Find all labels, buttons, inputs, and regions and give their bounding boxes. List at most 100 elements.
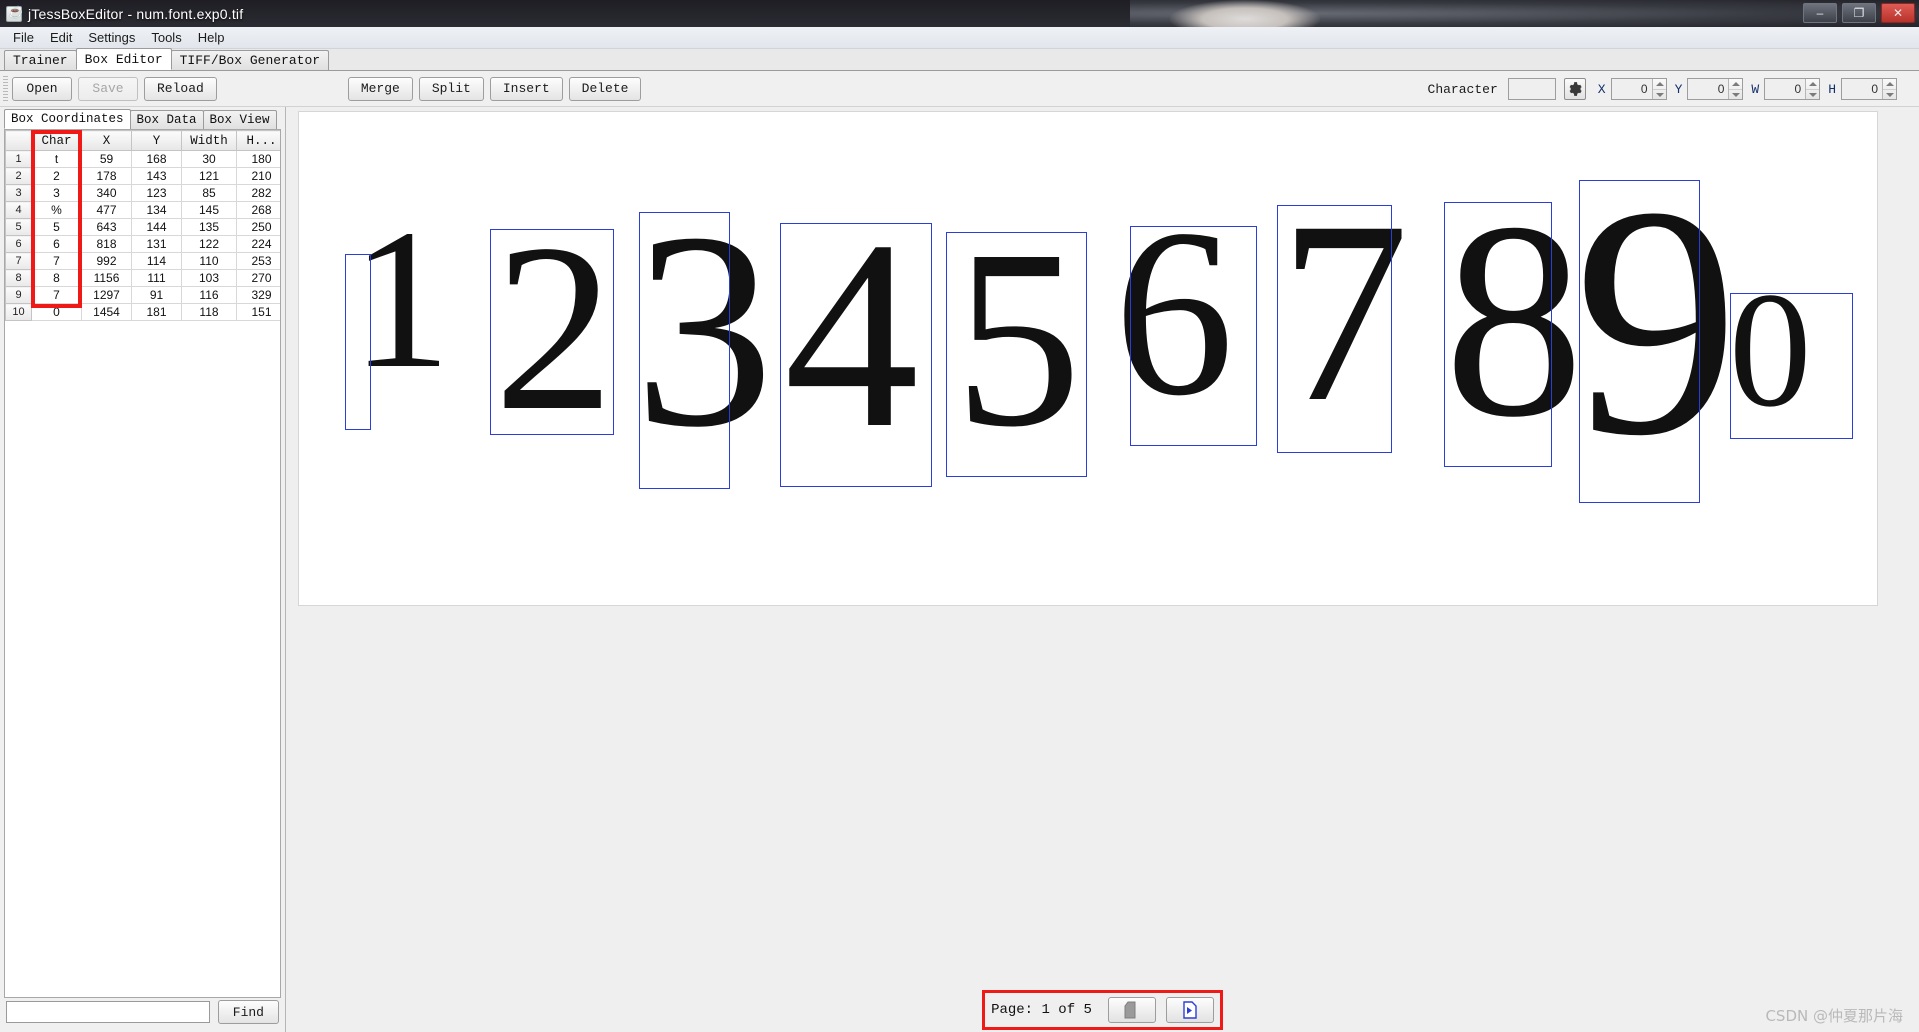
cell-char: 0 xyxy=(32,304,82,321)
cell-y: 91 xyxy=(132,287,182,304)
titlebar-background-photo xyxy=(1130,0,1919,27)
character-bounding-box[interactable] xyxy=(1579,180,1700,503)
table-row[interactable]: 22178143121210 xyxy=(6,168,282,185)
tab-box-data[interactable]: Box Data xyxy=(130,110,204,129)
left-panel: Box Coordinates Box Data Box View Char X… xyxy=(0,107,286,1032)
y-spinner[interactable]: 0 xyxy=(1687,78,1743,100)
find-input[interactable] xyxy=(6,1001,210,1023)
cell-height: 224 xyxy=(237,236,282,253)
split-button[interactable]: Split xyxy=(419,77,484,101)
table-row[interactable]: 881156111103270 xyxy=(6,270,282,287)
character-input[interactable] xyxy=(1508,78,1556,100)
col-y[interactable]: Y xyxy=(132,131,182,151)
w-spinner[interactable]: 0 xyxy=(1764,78,1820,100)
h-label: H xyxy=(1828,82,1836,97)
right-panel: 1234567890 Page: 1 of 5 CSDN @仲夏那片海 xyxy=(286,107,1919,1032)
gear-icon[interactable] xyxy=(1564,78,1586,100)
window-title: jTessBoxEditor - num.font.exp0.tif xyxy=(28,6,243,22)
menu-tools[interactable]: Tools xyxy=(144,28,188,47)
window-controls: – ❐ ✕ xyxy=(1803,3,1915,23)
w-spinner-arrows[interactable] xyxy=(1805,79,1819,99)
table-row[interactable]: 77992114110253 xyxy=(6,253,282,270)
col-index[interactable] xyxy=(6,131,32,151)
h-spinner[interactable]: 0 xyxy=(1841,78,1897,100)
cell-height: 210 xyxy=(237,168,282,185)
w-value[interactable]: 0 xyxy=(1765,79,1805,99)
cell-width: 103 xyxy=(182,270,237,287)
table-row[interactable]: 55643144135250 xyxy=(6,219,282,236)
table-row[interactable]: 97129791116329 xyxy=(6,287,282,304)
title-bar: jTessBoxEditor - num.font.exp0.tif – ❐ ✕ xyxy=(0,0,1919,27)
row-index: 3 xyxy=(6,185,32,202)
delete-button[interactable]: Delete xyxy=(569,77,642,101)
prev-page-icon xyxy=(1124,1001,1140,1019)
tab-trainer[interactable]: Trainer xyxy=(4,50,77,70)
character-bounding-box[interactable] xyxy=(490,229,614,435)
col-x[interactable]: X xyxy=(82,131,132,151)
h-value[interactable]: 0 xyxy=(1842,79,1882,99)
menu-help[interactable]: Help xyxy=(191,28,232,47)
tab-box-view[interactable]: Box View xyxy=(203,110,277,129)
table-row[interactable]: 1001454181118151 xyxy=(6,304,282,321)
box-coordinates-table-container[interactable]: Char X Y Width H... 1t591683018022178143… xyxy=(4,129,281,998)
cell-width: 135 xyxy=(182,219,237,236)
cell-height: 250 xyxy=(237,219,282,236)
maximize-button[interactable]: ❐ xyxy=(1842,3,1876,23)
y-value[interactable]: 0 xyxy=(1688,79,1728,99)
character-label: Character xyxy=(1428,82,1498,97)
character-bounding-box[interactable] xyxy=(946,232,1087,477)
character-bounding-box[interactable] xyxy=(1130,226,1257,446)
x-value[interactable]: 0 xyxy=(1612,79,1652,99)
col-height[interactable]: H... xyxy=(237,131,282,151)
open-button[interactable]: Open xyxy=(12,77,72,101)
row-index: 1 xyxy=(6,151,32,168)
cell-y: 123 xyxy=(132,185,182,202)
table-row[interactable]: 1t5916830180 xyxy=(6,151,282,168)
row-index: 9 xyxy=(6,287,32,304)
cell-height: 329 xyxy=(237,287,282,304)
box-editor-canvas[interactable]: 1234567890 xyxy=(298,111,1878,606)
character-bounding-box[interactable] xyxy=(639,212,730,489)
x-spinner[interactable]: 0 xyxy=(1611,78,1667,100)
cell-x: 1156 xyxy=(82,270,132,287)
character-bounding-box[interactable] xyxy=(345,254,371,430)
character-bounding-box[interactable] xyxy=(1277,205,1392,453)
cell-x: 1454 xyxy=(82,304,132,321)
prev-page-button[interactable] xyxy=(1108,997,1156,1023)
menu-file[interactable]: File xyxy=(6,28,41,47)
table-row[interactable]: 4%477134145268 xyxy=(6,202,282,219)
col-char[interactable]: Char xyxy=(32,131,82,151)
cell-width: 116 xyxy=(182,287,237,304)
merge-button[interactable]: Merge xyxy=(348,77,413,101)
table-row[interactable]: 3334012385282 xyxy=(6,185,282,202)
h-spinner-arrows[interactable] xyxy=(1882,79,1896,99)
editor-toolbar: Open Save Reload Merge Split Insert Dele… xyxy=(0,71,1919,107)
y-spinner-arrows[interactable] xyxy=(1728,79,1742,99)
box-coordinates-rows: 1t59168301802217814312121033340123852824… xyxy=(6,151,282,321)
tab-box-editor[interactable]: Box Editor xyxy=(76,48,172,70)
menu-settings[interactable]: Settings xyxy=(81,28,142,47)
tab-tiff-box-generator[interactable]: TIFF/Box Generator xyxy=(171,50,329,70)
minimize-button[interactable]: – xyxy=(1803,3,1837,23)
close-button[interactable]: ✕ xyxy=(1881,3,1915,23)
tab-box-coordinates[interactable]: Box Coordinates xyxy=(4,109,131,129)
x-spinner-arrows[interactable] xyxy=(1652,79,1666,99)
col-width[interactable]: Width xyxy=(182,131,237,151)
cell-x: 643 xyxy=(82,219,132,236)
java-coffee-cup-icon xyxy=(6,6,22,22)
x-label: X xyxy=(1598,82,1606,97)
menu-edit[interactable]: Edit xyxy=(43,28,79,47)
cell-y: 181 xyxy=(132,304,182,321)
character-bounding-box[interactable] xyxy=(1730,293,1853,439)
next-page-button[interactable] xyxy=(1166,997,1214,1023)
table-row[interactable]: 66818131122224 xyxy=(6,236,282,253)
w-label: W xyxy=(1751,82,1759,97)
reload-button[interactable]: Reload xyxy=(144,77,217,101)
character-bounding-box[interactable] xyxy=(1444,202,1552,467)
character-bounding-box[interactable] xyxy=(780,223,932,487)
cell-y: 134 xyxy=(132,202,182,219)
toolbar-drag-handle[interactable] xyxy=(3,76,8,102)
find-button[interactable]: Find xyxy=(218,1000,279,1024)
w-spinner-group: W 0 xyxy=(1751,78,1820,100)
insert-button[interactable]: Insert xyxy=(490,77,563,101)
